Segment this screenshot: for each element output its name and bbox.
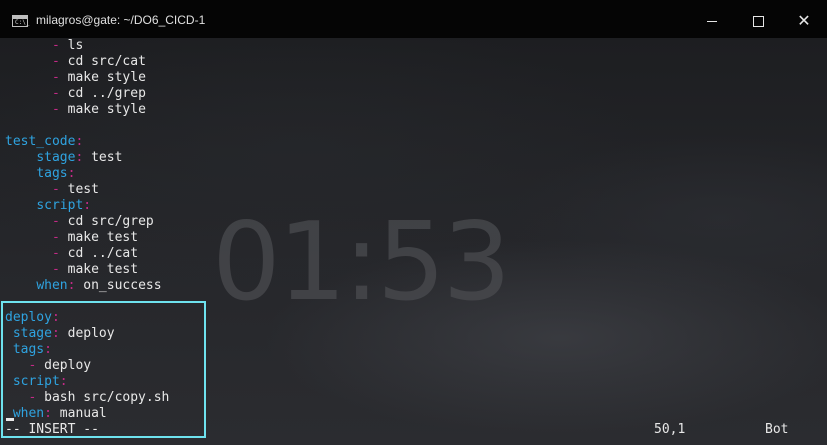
terminal-area[interactable]: 01:53 - ls - cd src/cat - make style - c… [0,38,827,445]
code-token: ls [67,38,84,53]
terminal-window: C:\_ milagros@gate: ~/DO6_CICD-1 ✕ 01:53… [0,0,827,445]
editor-line[interactable]: - cd ../cat [5,246,169,262]
code-token: stage [36,150,76,165]
code-token: script [36,198,84,213]
minimize-button[interactable] [689,0,735,40]
window-title: milagros@gate: ~/DO6_CICD-1 [36,13,206,27]
wallpaper-clock: 01:53 [212,200,511,325]
code-token: make style [67,70,146,85]
maximize-button[interactable] [735,0,781,40]
editor-line[interactable]: - make style [5,70,169,86]
code-token: cd ../cat [67,246,139,261]
code-token: test [91,150,123,165]
code-token: - [51,182,68,197]
code-token: : [75,134,84,149]
title-bar[interactable]: C:\_ milagros@gate: ~/DO6_CICD-1 ✕ [0,0,827,40]
code-token: - [51,230,68,245]
code-token: - [51,214,68,229]
terminal-app-icon[interactable]: C:\_ [12,15,30,27]
code-token: test_code [5,134,76,149]
deploy-block-highlight [1,301,206,438]
code-token: cd src/grep [67,214,154,229]
editor-line[interactable] [5,118,169,134]
cursor-position: 50,1 [654,422,686,437]
scroll-position: Bot [765,422,789,437]
editor-line[interactable]: - cd ../grep [5,86,169,102]
editor-line[interactable]: when: on_success [5,278,169,294]
editor-line[interactable]: - make test [5,230,169,246]
close-button[interactable]: ✕ [781,0,827,40]
editor-line[interactable]: script: [5,198,169,214]
code-token: tags [36,166,68,181]
code-token: : [75,150,92,165]
maximize-icon [752,16,764,27]
code-token: cd ../grep [67,86,146,101]
editor-line[interactable]: - ls [5,38,169,54]
terminal-app-icon-label: C:\_ [15,19,30,26]
code-token: make test [67,262,139,277]
editor-line[interactable]: stage: test [5,150,169,166]
code-token: test [67,182,99,197]
code-token: - [51,262,68,277]
editor-line[interactable]: tags: [5,166,169,182]
code-token: on_success [83,278,162,293]
code-token: make test [67,230,139,245]
code-token: make style [67,102,146,117]
code-token: - [51,54,68,69]
code-token: - [51,70,68,85]
text-cursor [6,418,14,421]
editor-line[interactable]: - make style [5,102,169,118]
code-token: cd src/cat [67,54,146,69]
code-token: when [36,278,68,293]
editor-line[interactable]: - cd src/grep [5,214,169,230]
editor-line[interactable]: - test [5,182,169,198]
minimize-icon [707,21,717,22]
code-token: : [67,278,84,293]
code-token: - [51,86,68,101]
code-token: - [51,246,68,261]
editor-line[interactable]: - cd src/cat [5,54,169,70]
editor-line[interactable]: test_code: [5,134,169,150]
code-token: - [51,38,68,53]
code-token: : [83,198,92,213]
editor-mode: -- INSERT -- [5,422,99,437]
close-icon: ✕ [797,11,811,30]
editor-line[interactable]: - make test [5,262,169,278]
vim-status-bar: -- INSERT -- 50,1 Bot [0,422,827,438]
code-token: - [51,102,68,117]
code-token: : [67,166,76,181]
